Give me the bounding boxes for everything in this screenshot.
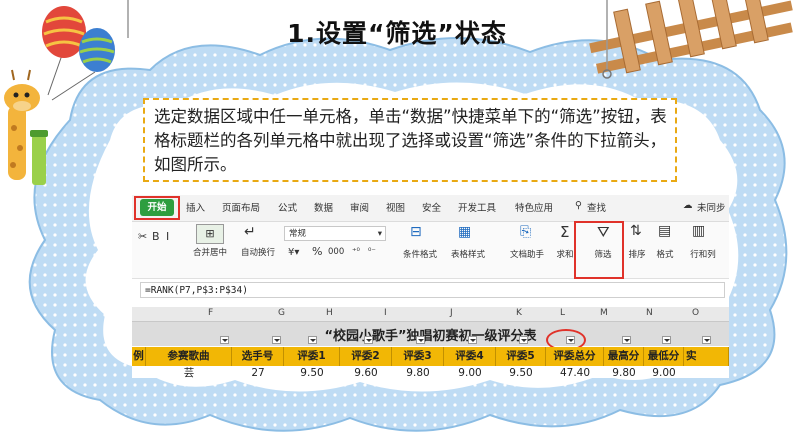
header-cell[interactable]: 评委总分 — [546, 347, 604, 366]
filter-dropdown-icon[interactable] — [364, 336, 373, 344]
formula-bar[interactable]: =RANK(P7,P$3:P$34) — [140, 282, 725, 298]
decimal-decrease-icon[interactable]: ⁰⁻ — [368, 247, 376, 257]
format-button[interactable]: 格式 — [650, 248, 680, 260]
tab-special[interactable]: 特色应用 — [515, 200, 553, 214]
filter-dropdown-icon[interactable] — [272, 336, 281, 344]
col-letter[interactable]: K — [516, 308, 522, 318]
tab-review[interactable]: 审阅 — [350, 200, 369, 214]
col-letter[interactable]: M — [600, 308, 608, 318]
table-cell[interactable]: 9.50 — [284, 366, 340, 378]
tab-data[interactable]: 数据 — [314, 200, 333, 214]
instruction-box: 选定数据区域中任一单元格，单击“数据”快捷菜单下的“筛选”按钮，表格标题栏的各列… — [143, 98, 677, 182]
slide: 1.设置“筛选”状态 选定数据区域中任一单元格，单击“数据”快捷菜单下的“筛选”… — [0, 0, 794, 447]
row-column-icon[interactable]: ▥ — [692, 223, 705, 239]
number-format-value: 常规 — [289, 229, 307, 239]
giraffe-decoration — [4, 69, 48, 185]
header-cell[interactable]: 选手号 — [232, 347, 284, 366]
ribbon-toolbar: ✂ B I ⊞ 合并居中 ↵ 自动换行 常规 ▾ ¥▾ % 000 ⁺⁰ ⁰⁻ … — [132, 222, 729, 279]
header-cell[interactable]: 最低分 — [644, 347, 684, 366]
tab-developer[interactable]: 开发工具 — [458, 200, 496, 214]
filter-dropdown-icon[interactable] — [308, 336, 317, 344]
filter-dropdown-icon[interactable] — [416, 336, 425, 344]
tab-page-layout[interactable]: 页面布局 — [222, 200, 260, 214]
table-cell[interactable]: 芸 — [146, 366, 232, 378]
instruction-text: 选定数据区域中任一单元格，单击“数据”快捷菜单下的“筛选”按钮，表格标题栏的各列… — [154, 107, 667, 174]
wrap-text-icon[interactable]: ↵ — [244, 224, 256, 240]
filter-dropdown-icon[interactable] — [662, 336, 671, 344]
sheet-title-row: “校园小歌手”独唱初赛初一级评分表 — [132, 322, 729, 346]
header-cell[interactable]: 评委1 — [284, 347, 340, 366]
doc-helper-button[interactable]: 文档助手 — [506, 248, 548, 260]
table-cell[interactable]: 9.80 — [392, 366, 444, 378]
table-cell[interactable]: 9.80 — [604, 366, 644, 378]
table-cell[interactable]: 9.00 — [644, 366, 684, 378]
header-cell[interactable]: 评委3 — [392, 347, 444, 366]
format-icon[interactable]: ▤ — [658, 223, 671, 239]
tab-view[interactable]: 视图 — [386, 200, 405, 214]
table-cell[interactable]: 47.40 — [546, 366, 604, 378]
filter-dropdown-icon[interactable] — [702, 336, 711, 344]
col-letter[interactable]: N — [646, 308, 653, 318]
header-cell[interactable]: 评委2 — [340, 347, 392, 366]
header-cell[interactable]: 参赛歌曲 — [146, 347, 232, 366]
col-letter[interactable]: H — [326, 308, 333, 318]
table-cell[interactable]: 9.00 — [444, 366, 496, 378]
tab-search[interactable]: 查找 — [587, 200, 606, 214]
col-letter[interactable]: I — [384, 308, 387, 318]
percent-button[interactable]: % — [312, 245, 322, 258]
merge-cells-icon[interactable]: ⊞ — [196, 224, 224, 244]
table-cell[interactable]: 9.50 — [496, 366, 546, 378]
header-cell[interactable]: 最高分 — [604, 347, 644, 366]
spreadsheet-screenshot: 开始 插入 页面布局 公式 数据 审阅 视图 安全 开发工具 特色应用 ⚲ 查找… — [132, 195, 729, 378]
tab-formulas[interactable]: 公式 — [278, 200, 297, 214]
header-cell[interactable]: 例 — [132, 347, 146, 366]
sum-icon[interactable]: Σ — [560, 223, 569, 241]
conditional-format-icon[interactable]: ⊟ — [410, 224, 422, 240]
header-cell[interactable]: 实 — [684, 347, 729, 366]
tab-insert[interactable]: 插入 — [186, 200, 205, 214]
slide-title: 1.设置“筛选”状态 — [287, 19, 507, 48]
search-icon[interactable]: ⚲ — [575, 200, 582, 211]
sort-button[interactable]: 排序 — [622, 248, 652, 260]
chevron-down-icon: ▾ — [377, 229, 382, 239]
col-letter[interactable]: O — [692, 308, 699, 318]
filter-dropdown-icon[interactable] — [220, 336, 229, 344]
table-cell[interactable]: 9.60 — [340, 366, 392, 378]
table-style-icon[interactable]: ▦ — [458, 224, 471, 240]
currency-icon[interactable]: ¥▾ — [288, 247, 299, 258]
doc-helper-icon[interactable]: ⎘ — [520, 224, 531, 240]
comma-style-button[interactable]: 000 — [328, 247, 344, 257]
col-letter[interactable]: J — [450, 308, 453, 318]
decimal-increase-icon[interactable]: ⁺⁰ — [352, 247, 360, 257]
filter-dropdown-icon[interactable] — [519, 336, 528, 344]
tab-security[interactable]: 安全 — [422, 200, 441, 214]
conditional-format-button[interactable]: 条件格式 — [398, 248, 442, 260]
filter-button-highlight — [574, 221, 624, 279]
table-row: 芸 27 9.50 9.60 9.80 9.00 9.50 47.40 9.80… — [132, 366, 729, 378]
table-header-row: 例 参赛歌曲 选手号 评委1 评委2 评委3 评委4 评委5 评委总分 最高分 … — [132, 347, 729, 366]
col-letter[interactable]: G — [278, 308, 285, 318]
cut-icon[interactable]: ✂ — [138, 230, 147, 243]
wrap-text-button[interactable]: 自动换行 — [236, 246, 280, 258]
italic-icon[interactable]: I — [166, 230, 169, 243]
table-cell[interactable]: 27 — [232, 366, 284, 378]
number-format-select[interactable]: 常规 ▾ — [284, 226, 386, 241]
row-column-button[interactable]: 行和列 — [682, 248, 724, 260]
sort-icon[interactable]: ⇅ — [630, 223, 642, 239]
header-cell[interactable]: 评委4 — [444, 347, 496, 366]
merge-center-button[interactable]: 合并居中 — [186, 246, 234, 258]
start-tab-highlight — [134, 196, 180, 220]
header-cell[interactable]: 评委5 — [496, 347, 546, 366]
column-header-row: F G H I J K L M N O — [132, 307, 729, 322]
ribbon-tab-bar: 开始 插入 页面布局 公式 数据 审阅 视图 安全 开发工具 特色应用 ⚲ 查找… — [132, 195, 729, 222]
sync-status: 未同步 — [697, 203, 726, 214]
filter-dropdown-icon[interactable] — [468, 336, 477, 344]
cloud-icon: ☁ — [683, 200, 693, 211]
col-letter[interactable]: F — [208, 308, 213, 318]
table-style-button[interactable]: 表格样式 — [446, 248, 490, 260]
filter-dropdown-icon[interactable] — [622, 336, 631, 344]
col-letter[interactable]: L — [560, 308, 565, 318]
bold-icon[interactable]: B — [152, 230, 160, 243]
